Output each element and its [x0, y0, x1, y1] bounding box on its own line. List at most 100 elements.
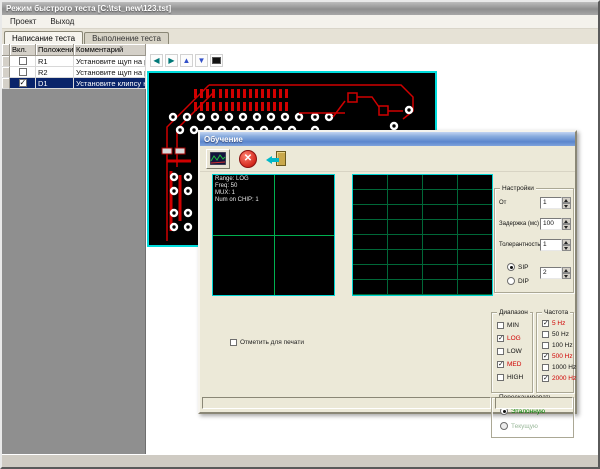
- scope-hline: [213, 235, 334, 236]
- row-r2-checkbox[interactable]: [19, 68, 27, 76]
- field-delay-spinner[interactable]: 100: [540, 218, 571, 230]
- exit-door-button[interactable]: [266, 150, 288, 168]
- window-title: Режим быстрого теста [C:\tst_new\123.tst…: [6, 4, 171, 13]
- titlebar[interactable]: Режим быстрого теста [C:\tst_new\123.tst…: [2, 2, 598, 15]
- status-panel-right: [495, 397, 573, 409]
- radio-dip[interactable]: DIP: [507, 277, 529, 285]
- radio-dip-circle[interactable]: [507, 277, 515, 285]
- table-row-r2[interactable]: R2 Установите щуп на резист...: [2, 67, 145, 78]
- package-count-spinner[interactable]: 2: [540, 267, 571, 279]
- checkbox[interactable]: [542, 353, 549, 360]
- field-delay-value[interactable]: 100: [540, 218, 562, 230]
- dialog-body: Range: LOG Freq: 50 MUX: 1 Num on CHIP: …: [200, 173, 575, 394]
- stop-square-icon[interactable]: [210, 54, 223, 67]
- header-comment[interactable]: Комментарий: [74, 44, 146, 56]
- row-r2-enabled-cell[interactable]: [10, 67, 36, 78]
- spin-down-icon[interactable]: [562, 224, 571, 230]
- row-r1-checkbox[interactable]: [19, 57, 27, 65]
- tab-write-test[interactable]: Написание теста: [4, 31, 83, 44]
- freq-100hz[interactable]: 100 Hz: [542, 342, 573, 349]
- row-d1-enabled-cell[interactable]: [10, 78, 36, 89]
- row-r1-enabled-cell[interactable]: [10, 56, 36, 67]
- dialog-title: Обучение: [204, 135, 243, 144]
- oscilloscope-right[interactable]: [352, 174, 493, 296]
- row-d1-comment[interactable]: Установите клипсу на мик...: [74, 78, 146, 89]
- row-marker: [2, 56, 10, 67]
- row-d1-checkbox[interactable]: [19, 79, 27, 87]
- settings-group-label: Настройки: [500, 185, 536, 193]
- oscilloscope-left[interactable]: Range: LOG Freq: 50 MUX: 1 Num on CHIP: …: [212, 174, 335, 296]
- field-from-spinner[interactable]: 1: [540, 197, 571, 209]
- main-window: Режим быстрого теста [C:\tst_new\123.tst…: [0, 0, 600, 469]
- range-min[interactable]: MIN: [497, 322, 519, 329]
- checkbox[interactable]: [542, 375, 549, 382]
- row-r2-comment[interactable]: Установите щуп на резист...: [74, 67, 146, 78]
- frequency-group-label: Частота: [542, 309, 570, 317]
- menu-project[interactable]: Проект: [10, 17, 36, 26]
- range-high[interactable]: HIGH: [497, 374, 523, 381]
- row-d1-position[interactable]: D1: [36, 78, 74, 89]
- tabstrip: Написание теста Выполнение теста: [2, 29, 598, 44]
- pcb-toolbar: ◀ ▶ ▲ ▼: [150, 54, 223, 67]
- row-r1-position[interactable]: R1: [36, 56, 74, 67]
- range-med[interactable]: MED: [497, 361, 521, 368]
- field-from: От 1: [498, 197, 571, 209]
- spin-down-icon[interactable]: [562, 203, 571, 209]
- checkbox[interactable]: [542, 320, 549, 327]
- range-log[interactable]: LOG: [497, 335, 521, 342]
- freq-500hz[interactable]: 500 Hz: [542, 353, 573, 360]
- checkbox[interactable]: [497, 348, 504, 355]
- checkbox[interactable]: [542, 364, 549, 371]
- radio-sip-circle[interactable]: [507, 263, 515, 271]
- field-from-label: От: [499, 200, 506, 206]
- header-enabled[interactable]: Вкл.: [10, 44, 36, 56]
- exit-arrow-stem: [272, 158, 279, 162]
- range-group: Диапазон MIN LOG LOW MED HIGH: [491, 312, 533, 393]
- row-r1-comment[interactable]: Установите щуп на резист...: [74, 56, 146, 67]
- checkbox[interactable]: [497, 361, 504, 368]
- header-position[interactable]: Положение: [36, 44, 74, 56]
- arrow-down-icon[interactable]: ▼: [195, 54, 208, 67]
- print-checkbox-label: Отметить для печати: [240, 339, 304, 346]
- checkbox[interactable]: [497, 335, 504, 342]
- range-low[interactable]: LOW: [497, 348, 522, 355]
- package-count-value[interactable]: 2: [540, 267, 562, 279]
- print-checkbox[interactable]: Отметить для печати: [230, 339, 304, 346]
- row-r2-position[interactable]: R2: [36, 67, 74, 78]
- dialog-titlebar[interactable]: Обучение: [200, 132, 575, 146]
- checkbox[interactable]: [542, 331, 549, 338]
- dialog-statusbar: [202, 397, 573, 410]
- field-from-value[interactable]: 1: [540, 197, 562, 209]
- freq-5hz[interactable]: 5 Hz: [542, 320, 565, 327]
- radio-sip[interactable]: SIP: [507, 263, 528, 271]
- menu-exit[interactable]: Выход: [50, 17, 74, 26]
- table-header: Вкл. Положение Комментарий: [2, 44, 145, 56]
- cancel-x-button[interactable]: [239, 150, 257, 168]
- row-marker: [2, 67, 10, 78]
- table-row-d1[interactable]: D1 Установите клипсу на мик...: [2, 78, 145, 89]
- statusbar: [2, 454, 598, 467]
- freq-50hz[interactable]: 50 Hz: [542, 331, 569, 338]
- checkbox[interactable]: [497, 322, 504, 329]
- status-panel-left: [202, 397, 491, 409]
- spin-down-icon[interactable]: [562, 245, 571, 251]
- freq-2000hz[interactable]: 2000 Hz: [542, 375, 576, 382]
- checkbox[interactable]: [497, 374, 504, 381]
- arrow-up-icon[interactable]: ▲: [180, 54, 193, 67]
- arrow-right-icon[interactable]: ▶: [165, 54, 178, 67]
- freq-1000hz[interactable]: 1000 Hz: [542, 364, 576, 371]
- waveform-chart-button[interactable]: [206, 149, 230, 169]
- arrow-left-icon[interactable]: ◀: [150, 54, 163, 67]
- header-marker-cell: [2, 44, 10, 56]
- field-delay-label: Задержка (мс): [499, 221, 539, 227]
- print-checkbox-box[interactable]: [230, 339, 237, 346]
- field-tolerance-spinner[interactable]: 1: [540, 239, 571, 251]
- table-row-r1[interactable]: R1 Установите щуп на резист...: [2, 56, 145, 67]
- tab-run-test[interactable]: Выполнение теста: [84, 32, 169, 44]
- field-tolerance-value[interactable]: 1: [540, 239, 562, 251]
- checkbox[interactable]: [542, 342, 549, 349]
- dialog-toolbar: [200, 146, 575, 172]
- frequency-group: Частота 5 Hz 50 Hz 100 Hz 500 Hz 1000 Hz…: [536, 312, 574, 393]
- pcb-component-1: [348, 93, 357, 102]
- spin-down-icon[interactable]: [562, 273, 571, 279]
